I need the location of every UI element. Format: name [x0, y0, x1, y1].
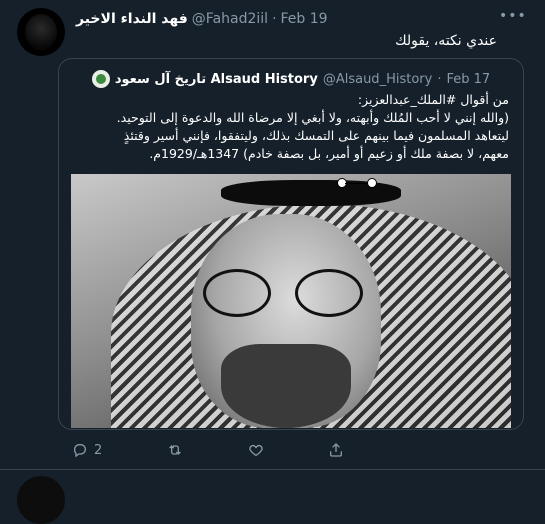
share-icon: [330, 443, 343, 457]
quoted-tweet-date: Feb 17: [446, 71, 491, 87]
more-horizontal-icon[interactable]: •••: [499, 6, 526, 26]
like-icon: [249, 444, 263, 457]
photo-beard: [221, 344, 351, 428]
share-button[interactable]: [328, 442, 344, 458]
quoted-tweet-text: من أقوال #الملك_عبدالعزيز: (والله إنني ل…: [71, 91, 509, 163]
retweet-icon: [169, 445, 182, 455]
quoted-tweet[interactable]: تاريخ آل سعود Alsaud History @Alsaud_His…: [58, 58, 524, 430]
quoted-text-line: (والله إنني لا أحب المُلك وأبهته، ولا أب…: [116, 110, 509, 125]
tweet-divider: [0, 469, 545, 470]
quoted-text-line: معهم، لا بصفة ملك أو زعيم أو أمير، بل بص…: [149, 146, 509, 161]
author-name[interactable]: فهد النداء الاخير: [76, 11, 188, 27]
quoted-author-name: تاريخ آل سعود Alsaud History: [114, 71, 318, 87]
quoted-avatar: [91, 70, 110, 88]
tweet-actions: 2: [72, 441, 408, 459]
next-tweet-avatar[interactable]: [17, 476, 65, 524]
portrait-photo[interactable]: [71, 174, 511, 428]
separator: ·: [272, 11, 277, 27]
like-button[interactable]: [248, 442, 264, 458]
next-tweet-header: [76, 478, 497, 494]
tweet-date[interactable]: Feb 19: [281, 11, 328, 27]
separator: ·: [437, 71, 442, 87]
reply-count: 2: [94, 442, 103, 458]
reply-button[interactable]: 2: [72, 442, 102, 458]
quoted-tweet-header: تاريخ آل سعود Alsaud History @Alsaud_His…: [59, 69, 523, 89]
quoted-text-line: ليتعاهد المسلمون فيما بينهم على التمسك ب…: [123, 128, 509, 143]
avatar[interactable]: [17, 8, 65, 56]
retweet-button[interactable]: [166, 442, 184, 458]
reply-icon: [73, 444, 86, 458]
tweet-header: فهد النداء الاخير @Fahad2iil · Feb 19: [76, 9, 497, 29]
tweet-text: عندي نكته، يقولك: [395, 33, 497, 49]
photo-glasses: [203, 269, 363, 317]
quoted-text-line: من أقوال #الملك_عبدالعزيز:: [357, 92, 509, 107]
tweet[interactable]: فهد النداء الاخير @Fahad2iil · Feb 19 ••…: [0, 0, 545, 470]
photo-overlay-mark: [337, 178, 377, 190]
author-handle[interactable]: @Fahad2iil: [192, 11, 268, 27]
quoted-author-handle: @Alsaud_History: [322, 71, 433, 87]
